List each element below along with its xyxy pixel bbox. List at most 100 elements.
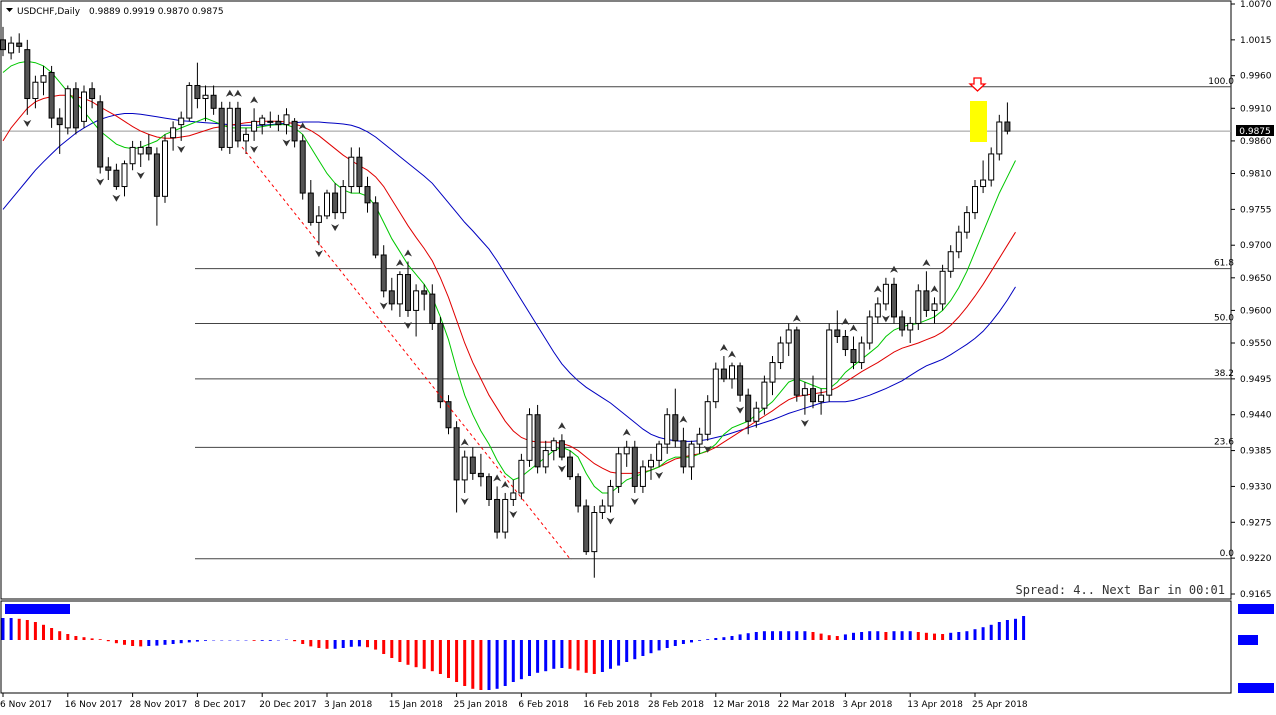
candle-body — [324, 192, 330, 217]
candle-body — [137, 146, 144, 155]
candle-body — [777, 342, 784, 364]
candle-body — [502, 498, 509, 533]
x-tick-label: 6 Feb 2018 — [518, 700, 569, 710]
candle-body — [275, 120, 282, 126]
trading-chart[interactable]: 100.0 61.8 50.0 38.2 23.6 0.0 1.0070 1.0015 0.9… — [0, 0, 1276, 715]
candle-body — [145, 146, 152, 155]
candle-body — [931, 303, 938, 311]
x-tick-label: 25 Jan 2018 — [454, 700, 508, 710]
candle-body — [648, 459, 654, 468]
candle-body — [469, 456, 476, 474]
y-tick-label: 1.0015 — [1240, 36, 1272, 46]
candle-body — [583, 505, 590, 553]
candle-body — [542, 450, 549, 468]
candle-body — [162, 140, 168, 197]
x-tick-label: 22 Mar 2018 — [778, 700, 835, 710]
candle — [615, 447, 622, 493]
x-tick-label: 16 Nov 2017 — [65, 700, 123, 710]
candle-body — [550, 440, 557, 452]
candle-body — [299, 140, 306, 194]
y-tick-label: 0.9275 — [1240, 518, 1272, 528]
candle-body — [8, 42, 15, 54]
candle-body — [947, 251, 954, 272]
candle-body — [712, 368, 719, 403]
candle-body — [834, 329, 841, 337]
candle-body — [437, 322, 444, 403]
candle-body — [153, 153, 160, 197]
candle-body — [218, 107, 225, 148]
candle — [712, 362, 719, 409]
candle-body — [818, 394, 825, 403]
candle-body — [972, 186, 978, 214]
candle-body — [672, 414, 679, 442]
x-tick-label: 6 Nov 2017 — [0, 700, 52, 710]
candle-body — [591, 512, 598, 553]
candle-body — [785, 329, 792, 344]
indicator-bottom-tag — [1238, 683, 1274, 693]
candle-body — [623, 446, 630, 455]
candle — [162, 134, 168, 203]
candle-body — [955, 231, 962, 253]
time-axis[interactable]: 6 Nov 2017 16 Nov 2017 28 Nov 2017 8 Dec 20… — [0, 693, 1028, 710]
candle-body — [332, 192, 339, 214]
candle-body — [405, 274, 411, 311]
candle-body — [413, 290, 420, 311]
fib-label: 38.2 — [1214, 369, 1234, 379]
candle — [915, 284, 922, 330]
candle-body — [510, 492, 517, 500]
candle-body — [575, 476, 582, 507]
candle-body — [656, 443, 663, 461]
candle-body — [234, 107, 241, 142]
candle-body — [259, 117, 266, 126]
candle-body — [32, 81, 39, 100]
candle-body — [210, 94, 217, 109]
x-tick-label: 15 Jan 2018 — [389, 700, 443, 710]
candle-body — [850, 349, 857, 364]
candle-body — [429, 293, 436, 324]
candle-body — [680, 440, 687, 468]
candle — [826, 323, 833, 402]
candle-body — [315, 215, 322, 223]
candle-body — [113, 169, 120, 188]
candle-body — [882, 283, 889, 305]
candle-body — [251, 120, 258, 132]
candle-body — [526, 414, 533, 461]
candle-body — [639, 466, 646, 487]
candle-body — [56, 117, 63, 126]
y-tick-label: 0.9755 — [1240, 205, 1272, 215]
candle — [324, 189, 330, 220]
candle-body — [567, 456, 573, 478]
y-tick-label: 0.9860 — [1240, 137, 1272, 147]
candle-body — [340, 186, 347, 214]
candle-body — [186, 84, 193, 119]
candle-body — [226, 107, 233, 148]
candle-body — [891, 283, 897, 318]
candle — [226, 101, 233, 154]
candle-body — [858, 342, 865, 364]
candle-body — [688, 443, 695, 468]
candle-body — [631, 446, 638, 487]
candle — [186, 82, 193, 122]
candle — [48, 65, 55, 128]
candle-body — [16, 42, 23, 47]
x-tick-label: 20 Dec 2017 — [259, 700, 317, 710]
price-axis[interactable]: 1.0070 1.0015 0.9960 0.9910 0.9860 0.9810 0.97… — [1231, 0, 1272, 600]
x-tick-label: 8 Dec 2017 — [194, 700, 246, 710]
candle — [64, 85, 71, 135]
candle-body — [826, 329, 833, 396]
y-tick-label: 0.9910 — [1240, 104, 1272, 114]
candle-body — [720, 368, 727, 380]
y-tick-label: 0.9440 — [1240, 411, 1272, 421]
candle-body — [364, 186, 371, 204]
candle-body — [380, 254, 387, 292]
candle-body — [121, 163, 128, 188]
candle-body — [388, 290, 395, 305]
candle-body — [461, 456, 468, 481]
candle-body — [81, 91, 87, 122]
candle — [97, 95, 104, 174]
y-tick-label: 0.9550 — [1240, 339, 1272, 349]
indicator-mid-tag — [1238, 635, 1258, 645]
candle-body — [988, 153, 995, 181]
candle-body — [939, 270, 946, 305]
candle — [81, 85, 87, 128]
